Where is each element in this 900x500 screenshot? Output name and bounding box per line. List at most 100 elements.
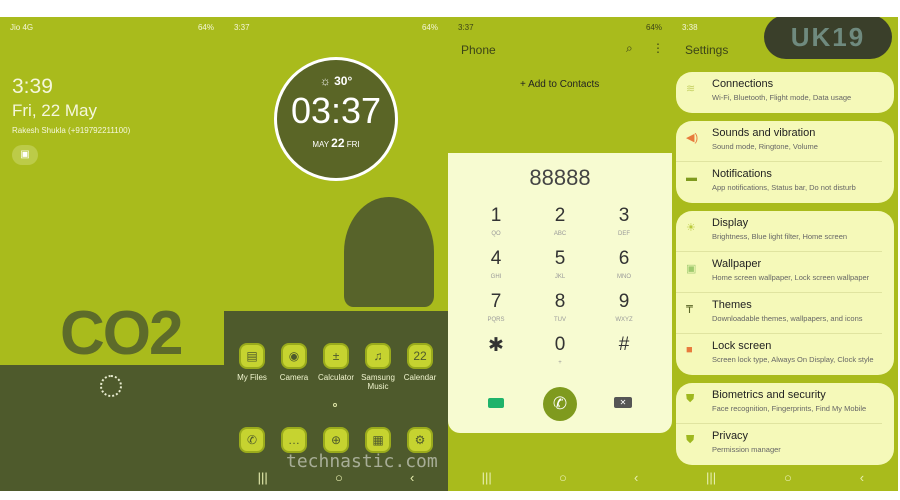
settings-icon: ⚙: [407, 427, 433, 453]
more-options-icon[interactable]: ⋮: [652, 41, 664, 55]
item-subtitle: App notifications, Status bar, Do not di…: [712, 183, 856, 192]
status-bar: 3:37 64%: [234, 23, 438, 32]
battery: 64%: [421, 23, 438, 32]
item-title: Wallpaper: [712, 258, 762, 270]
item-subtitle: Downloadable themes, wallpapers, and ico…: [712, 314, 863, 323]
key-1[interactable]: 1 QO: [466, 205, 526, 237]
digit: 0: [554, 334, 566, 355]
key-0[interactable]: 0 +: [530, 334, 590, 366]
item-subtitle: Sound mode, Ringtone, Volume: [712, 142, 818, 151]
video-call-icon[interactable]: [488, 398, 504, 408]
item-title: Privacy: [712, 430, 749, 442]
back-button[interactable]: ‹: [410, 470, 414, 485]
app-samsung-music[interactable]: ♫ Samsung Music: [356, 343, 400, 391]
back-button[interactable]: ‹: [860, 470, 864, 485]
battery: 64%: [645, 23, 662, 32]
key-hash[interactable]: #: [594, 334, 654, 356]
home-screen: 3:37 64% ☼ 30° 03:37 MAY 22 FRI ▤ My Files…: [224, 17, 448, 491]
status-bar: Jio 4G 64%: [10, 23, 214, 32]
settings-item-lock-screen[interactable]: ■ Lock screen Screen lock type, Always On …: [676, 334, 882, 375]
settings-screen: 3:38 Settings UK19 ≋ Connections Wi-Fi, Bl…: [672, 17, 898, 491]
lock-date: Fri, 22 May: [12, 101, 98, 120]
key-3[interactable]: 3 DEF: [594, 205, 654, 237]
app-my-files[interactable]: ▤ My Files: [230, 343, 274, 382]
wallpaper-icon[interactable]: ▣: [12, 145, 38, 165]
shield-icon: ⛊: [686, 393, 695, 405]
app-calendar[interactable]: 22 Calendar: [398, 343, 442, 382]
phone-dialer: 3:37 64% Phone ⌕ ⋮ + Add to Contacts 8888…: [448, 17, 672, 491]
co2-art-text: CO2: [60, 299, 183, 368]
call-button[interactable]: ✆: [543, 387, 577, 421]
back-button[interactable]: ‹: [634, 470, 638, 485]
item-title: Notifications: [712, 168, 772, 180]
app-camera[interactable]: ◉ Camera: [272, 343, 316, 382]
key-5[interactable]: 5 JKL: [530, 248, 590, 280]
key-8[interactable]: 8 TUV: [530, 291, 590, 323]
status-time: 3:37: [458, 23, 474, 32]
settings-item-wallpaper[interactable]: ▣ Wallpaper Home screen wallpaper, Lock sc…: [676, 252, 882, 293]
key-7[interactable]: 7 PQRS: [466, 291, 526, 323]
home-button[interactable]: ○: [784, 470, 792, 485]
settings-group-connections: ≋ Connections Wi-Fi, Bluetooth, Flight mod…: [676, 72, 894, 113]
watermark: technastic.com: [286, 451, 438, 472]
tree-art: [344, 197, 434, 307]
digit: 2: [554, 205, 566, 226]
item-title: Sounds and vibration: [712, 127, 816, 139]
folder-icon: ▤: [239, 343, 265, 369]
digit: 8: [554, 291, 566, 312]
item-title: Themes: [712, 299, 752, 311]
settings-item-themes[interactable]: ₸ Themes Downloadable themes, wallpapers, …: [676, 293, 882, 334]
recents-button[interactable]: |||: [258, 470, 268, 485]
settings-group-sound: ◀) Sounds and vibration Sound mode, Ringto…: [676, 121, 894, 203]
weather-temp: 30°: [334, 74, 353, 88]
letters: WXYZ: [615, 317, 633, 323]
key-6[interactable]: 6 MNO: [594, 248, 654, 280]
key-2[interactable]: 2 ABC: [530, 205, 590, 237]
lock-screen: Jio 4G 64% 3:39 Fri, 22 May Rakesh Shukla…: [0, 17, 224, 491]
lock-icon: ■: [686, 344, 693, 356]
settings-item-biometrics[interactable]: ⛊ Biometrics and security Face recognition…: [676, 383, 882, 424]
internet-icon: ⊕: [323, 427, 349, 453]
status-time: 3:38: [682, 23, 698, 32]
recents-button[interactable]: |||: [482, 470, 492, 485]
settings-item-display[interactable]: ☀ Display Brightness, Blue light filter, H…: [676, 211, 882, 252]
gallery-icon: ▦: [365, 427, 391, 453]
search-icon[interactable]: ⌕: [626, 41, 633, 56]
clock-time: 03:37: [290, 90, 382, 131]
app-label: Calculator: [317, 373, 354, 382]
key-star[interactable]: ✱: [466, 334, 526, 357]
digit: 9: [618, 291, 630, 312]
app-calculator[interactable]: ± Calculator: [314, 343, 358, 382]
item-subtitle: Wi-Fi, Bluetooth, Flight mode, Data usag…: [712, 93, 852, 102]
item-subtitle: Home screen wallpaper, Lock screen wallp…: [712, 273, 870, 282]
settings-item-notifications[interactable]: ▬ Notifications App notifications, Status …: [676, 162, 882, 203]
clock-widget[interactable]: ☼ 30° 03:37 MAY 22 FRI: [274, 57, 398, 181]
key-9[interactable]: 9 WXYZ: [594, 291, 654, 323]
dock-phone[interactable]: ✆: [230, 427, 274, 457]
dialed-number[interactable]: 88888: [448, 165, 672, 191]
letters: JKL: [554, 274, 566, 280]
add-to-contacts-button[interactable]: + Add to Contacts: [520, 79, 599, 90]
settings-item-connections[interactable]: ≋ Connections Wi-Fi, Bluetooth, Flight mod…: [676, 72, 882, 113]
page-title: Phone: [461, 43, 496, 57]
item-subtitle: Face recognition, Fingerprints, Find My …: [712, 404, 867, 413]
letters: PQRS: [487, 317, 505, 323]
app-label: Samsung Music: [361, 373, 395, 391]
camera-icon: ◉: [281, 343, 307, 369]
digit: 5: [554, 248, 566, 269]
messages-icon: …: [281, 427, 307, 453]
home-button[interactable]: ○: [559, 470, 567, 485]
recents-button[interactable]: |||: [706, 470, 716, 485]
letters: ABC: [553, 231, 567, 237]
key-4[interactable]: 4 GHI: [466, 248, 526, 280]
settings-item-privacy[interactable]: ⛊ Privacy Permission manager: [676, 424, 882, 465]
page-title: Settings: [685, 43, 729, 57]
backspace-icon[interactable]: ✕: [614, 397, 632, 408]
letters: QO: [491, 231, 501, 237]
brush-icon: ₸: [686, 304, 693, 316]
letters: +: [558, 360, 562, 366]
carrier: Jio 4G: [10, 23, 34, 32]
fingerprint-icon[interactable]: [100, 375, 122, 397]
home-button[interactable]: ○: [335, 470, 343, 485]
settings-item-sounds[interactable]: ◀) Sounds and vibration Sound mode, Ringto…: [676, 121, 882, 162]
